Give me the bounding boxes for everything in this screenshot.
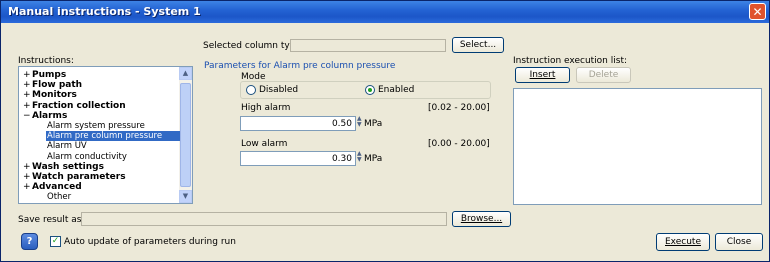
tree-item[interactable]: Alarm system pressure xyxy=(47,121,145,131)
tree-scrollbar[interactable]: ▲ ▼ xyxy=(179,67,192,203)
execute-button[interactable]: Execute xyxy=(656,233,710,251)
tree-item[interactable]: −Alarms xyxy=(23,111,67,121)
expand-icon[interactable]: + xyxy=(23,70,32,80)
expand-icon[interactable]: + xyxy=(23,101,32,111)
mode-enabled-label: Enabled xyxy=(378,85,415,95)
parameters-title: Parameters for Alarm pre column pressure xyxy=(204,61,396,71)
auto-update-checkbox[interactable]: ✓ xyxy=(50,236,61,247)
mode-enabled-radio[interactable] xyxy=(365,85,375,95)
execution-list-label: Instruction execution list: xyxy=(513,56,627,66)
high-alarm-unit: MPa xyxy=(364,119,383,129)
manual-instructions-dialog: Manual instructions - System 1 ✕ Instruc… xyxy=(0,0,770,262)
browse-button[interactable]: Browse... xyxy=(452,211,511,227)
scroll-down-icon[interactable]: ▼ xyxy=(179,190,192,203)
tree-item[interactable]: +Advanced xyxy=(23,182,82,192)
tree-item-label: Alarm system pressure xyxy=(47,121,145,131)
execute-button-label: Execute xyxy=(665,237,701,247)
instructions-label: Instructions: xyxy=(18,56,74,66)
tree-item[interactable]: +Monitors xyxy=(23,90,77,100)
tree-item-label: Pumps xyxy=(32,70,67,80)
low-alarm-range: [0.00 - 20.00] xyxy=(428,139,490,149)
tree-item-label: Advanced xyxy=(32,182,82,193)
mode-disabled-label: Disabled xyxy=(259,85,299,95)
collapse-icon[interactable]: − xyxy=(23,111,32,121)
help-icon[interactable]: ? xyxy=(21,233,38,250)
tree-item-label: Watch parameters xyxy=(32,172,126,182)
tree-item[interactable]: +Watch parameters xyxy=(23,172,126,182)
tree-item-label: Flow path xyxy=(32,80,83,91)
title-bar[interactable]: Manual instructions - System 1 ✕ xyxy=(1,1,769,23)
expand-icon[interactable]: + xyxy=(23,162,32,172)
tree-item[interactable]: Other xyxy=(47,192,71,202)
tree-item-label: Monitors xyxy=(32,90,77,101)
expand-icon[interactable]: + xyxy=(23,182,32,192)
close-window-button[interactable]: ✕ xyxy=(749,3,766,20)
tree-item[interactable]: +Pumps xyxy=(23,70,66,80)
high-alarm-range: [0.02 - 20.00] xyxy=(428,103,490,113)
high-alarm-input[interactable]: 0.50 xyxy=(240,116,356,131)
close-button[interactable]: Close xyxy=(715,233,763,251)
delete-button[interactable]: Delete xyxy=(576,67,631,83)
tree-item-label: Alarms xyxy=(32,110,68,121)
tree-item-label: Other xyxy=(47,192,72,203)
low-alarm-input[interactable]: 0.30 xyxy=(240,151,356,166)
low-alarm-spin-icon[interactable]: ▲ ▼ xyxy=(357,151,363,163)
tree-item[interactable]: Alarm UV xyxy=(47,141,87,151)
tree-item-label: Wash settings xyxy=(32,161,104,172)
high-alarm-value: 0.50 xyxy=(331,119,352,129)
save-result-field xyxy=(81,212,447,226)
save-result-label: Save result as: xyxy=(18,215,85,225)
column-type-label: Selected column type: xyxy=(203,41,305,51)
tree-item[interactable]: Alarm pre column pressure xyxy=(46,131,180,142)
browse-button-label: Browse... xyxy=(460,214,503,224)
scroll-up-icon[interactable]: ▲ xyxy=(179,67,192,80)
low-alarm-value: 0.30 xyxy=(331,154,352,164)
tree-item[interactable]: +Flow path xyxy=(23,80,82,90)
low-alarm-label: Low alarm xyxy=(241,139,288,149)
insert-button-label: Insert xyxy=(529,70,556,80)
expand-icon[interactable]: + xyxy=(23,172,32,182)
tree-item-label: Alarm pre column pressure xyxy=(47,131,163,142)
tree-item[interactable]: +Wash settings xyxy=(23,162,104,172)
tree-item[interactable]: Alarm conductivity xyxy=(47,152,127,162)
expand-icon[interactable]: + xyxy=(23,80,32,90)
high-alarm-spin-icon[interactable]: ▲ ▼ xyxy=(357,116,363,128)
insert-button[interactable]: Insert xyxy=(515,67,570,83)
scroll-thumb[interactable] xyxy=(180,83,191,187)
select-button[interactable]: Select... xyxy=(452,37,504,53)
instructions-tree[interactable]: ▲ ▼ +Pumps +Flow path +Monitors +Fraction c… xyxy=(18,66,193,204)
auto-update-label: Auto update of parameters during run xyxy=(64,237,236,247)
tree-item-label: Alarm conductivity xyxy=(47,151,127,162)
column-type-field xyxy=(290,39,446,52)
tree-item-label: Alarm UV xyxy=(47,141,87,152)
expand-icon[interactable]: + xyxy=(23,90,32,100)
low-alarm-unit: MPa xyxy=(364,154,383,164)
mode-disabled-radio[interactable] xyxy=(246,85,256,95)
execution-list[interactable] xyxy=(513,88,762,205)
high-alarm-label: High alarm xyxy=(241,103,291,113)
window-title: Manual instructions - System 1 xyxy=(8,5,201,18)
tree-item-label: Fraction collection xyxy=(32,100,126,111)
tree-item[interactable]: +Fraction collection xyxy=(23,101,126,111)
